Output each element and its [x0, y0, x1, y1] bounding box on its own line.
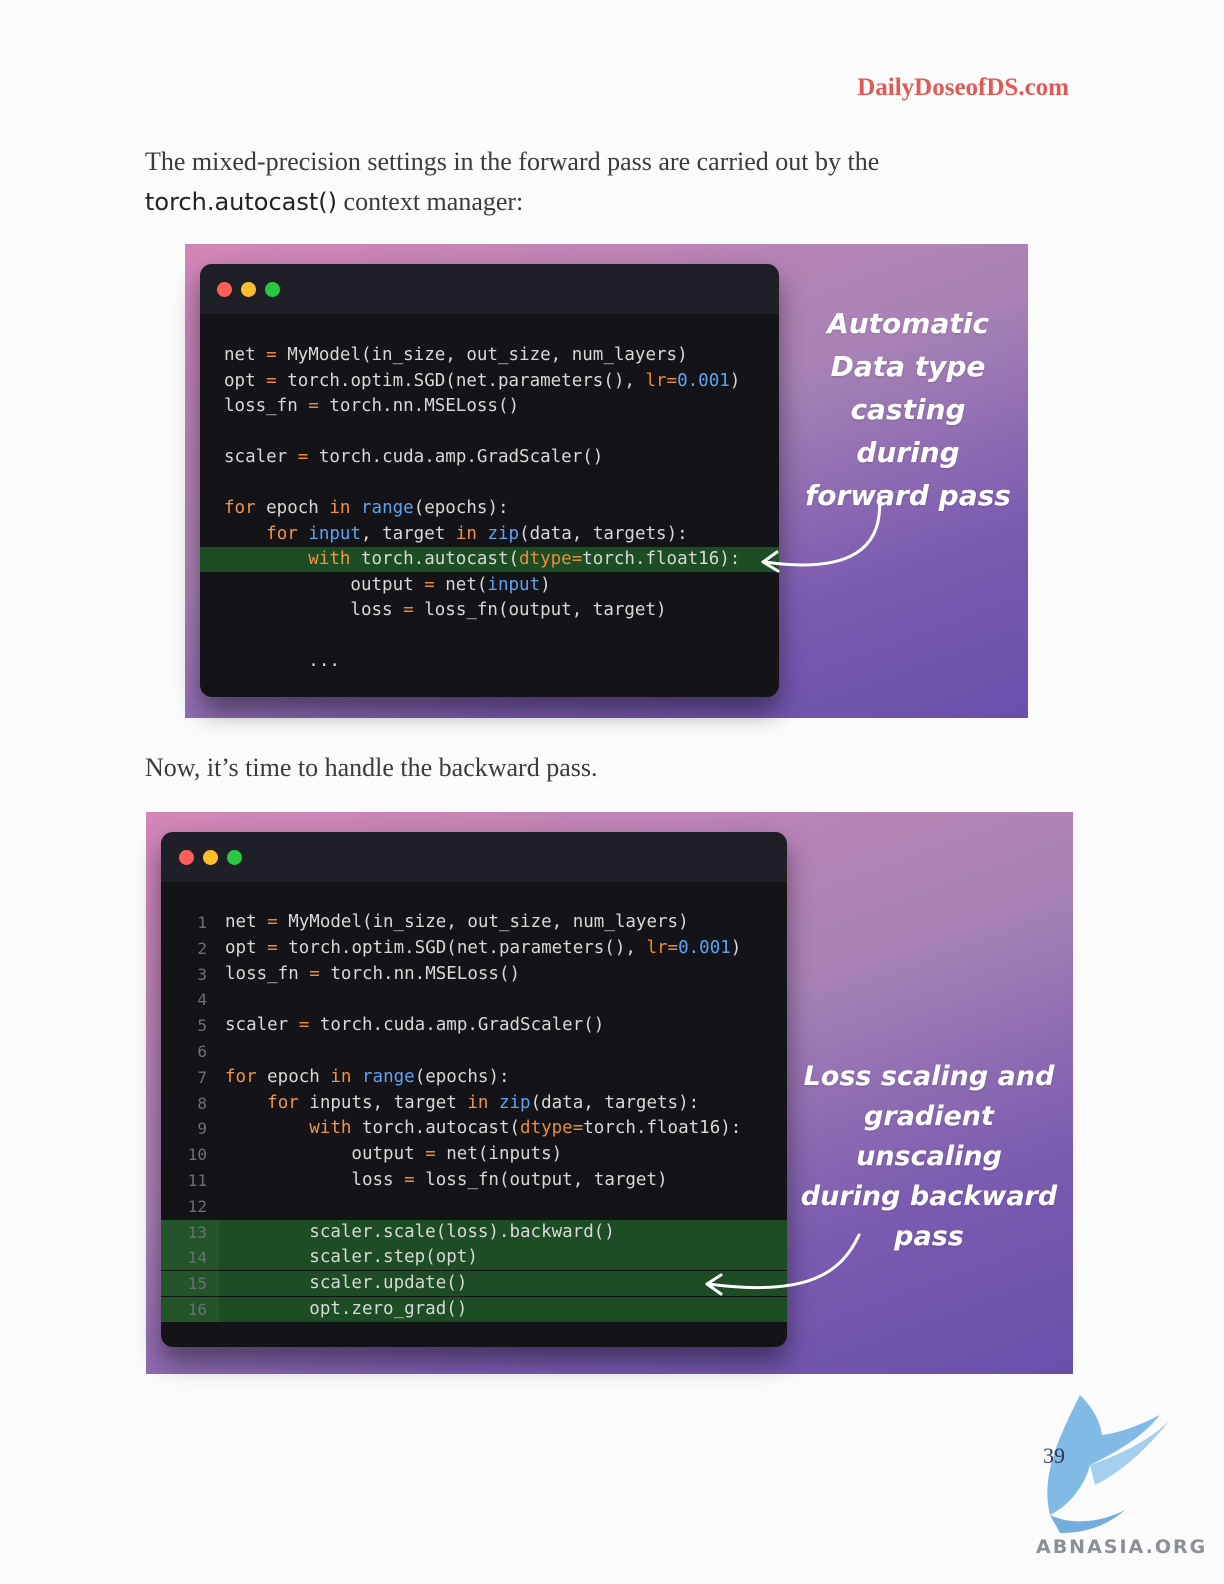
- code-panel-backward: 1 net = MyModel(in_size, out_size, num_la…: [146, 812, 1073, 1374]
- site-header: DailyDoseofDS.com: [857, 74, 1069, 101]
- code-panel-forward: net = MyModel(in_size, out_size, num_lay…: [185, 244, 1028, 718]
- inline-code: torch.autocast(): [145, 188, 338, 216]
- curved-arrow-icon: [705, 1233, 861, 1296]
- watermark-text: ABNASIA.ORG: [1036, 1536, 1207, 1558]
- intro-text-end: context manager:: [337, 187, 524, 216]
- page-number: 39: [1043, 1443, 1065, 1468]
- curved-arrow-icon: [761, 492, 882, 573]
- intro-text: The mixed-precision settings in the forw…: [145, 147, 880, 176]
- intro-paragraph: The mixed-precision settings in the forw…: [145, 142, 1065, 222]
- watermark-logo: ABNASIA.ORG: [1036, 1395, 1207, 1558]
- middle-paragraph: Now, it’s time to handle the backward pa…: [145, 753, 598, 782]
